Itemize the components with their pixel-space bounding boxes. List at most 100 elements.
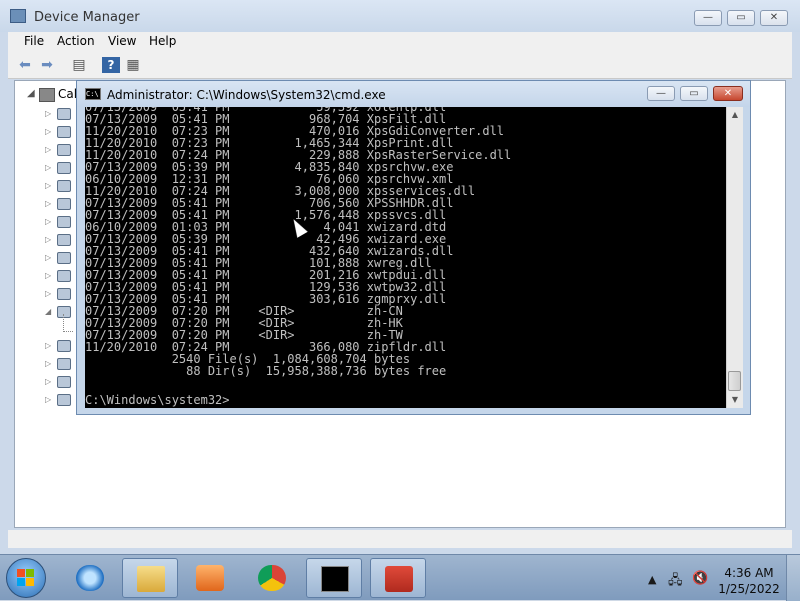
tree-node-device[interactable]: ▷	[45, 269, 75, 283]
expand-arrow-icon[interactable]: ▷	[45, 375, 51, 389]
expand-arrow-icon[interactable]: ▷	[45, 357, 51, 371]
scroll-down-icon[interactable]: ▼	[729, 394, 741, 406]
cmd-minimize-button[interactable]: —	[647, 86, 675, 101]
taskbar: ▲ 🖧 🔇 4:36 AM 1/25/2022	[0, 554, 800, 601]
console-output[interactable]: 07/13/2009 05:41 PM 59,392 xolehlp.dll 0…	[85, 107, 726, 408]
expand-arrow-icon[interactable]: ▷	[45, 251, 51, 265]
volume-muted-icon[interactable]: 🔇	[692, 571, 708, 586]
device-icon	[57, 376, 71, 388]
menu-view[interactable]: View	[108, 34, 136, 48]
collapse-arrow-icon[interactable]: ◢	[45, 305, 51, 319]
tree-node-device[interactable]: ▷	[45, 233, 75, 247]
collapse-arrow-icon[interactable]: ◢	[27, 88, 35, 99]
cmd-maximize-button[interactable]: ▭	[680, 86, 708, 101]
scroll-up-icon[interactable]: ▲	[729, 109, 741, 121]
back-arrow-icon[interactable]: ⬅	[16, 57, 34, 73]
clock-time[interactable]: 4:36 AM	[722, 566, 776, 580]
tree-root-label: Cal	[58, 87, 78, 101]
tree-node-device-expanded[interactable]: ◢	[45, 305, 75, 319]
tree-node-device[interactable]: ▷	[45, 125, 75, 139]
vertical-scrollbar[interactable]: ▲ ▼	[726, 107, 743, 408]
network-icon[interactable]: 🖧	[668, 571, 683, 593]
taskbar-chrome[interactable]	[244, 558, 300, 598]
tree-node-device[interactable]: ▷	[45, 339, 75, 353]
forward-arrow-icon[interactable]: ➡	[38, 57, 56, 73]
show-hidden-icons-icon[interactable]: ▲	[648, 573, 656, 586]
view-pane-icon[interactable]: ▦	[124, 57, 142, 73]
tree-node-device[interactable]: ▷	[45, 375, 75, 389]
console-line: 88 Dir(s) 15,958,388,736 bytes free	[186, 364, 447, 378]
expand-arrow-icon[interactable]: ▷	[45, 233, 51, 247]
minimize-button[interactable]: —	[694, 10, 722, 26]
windows-logo-icon	[17, 569, 35, 587]
media-player-icon	[196, 565, 224, 591]
tree-node-device[interactable]: ▷	[45, 107, 75, 121]
expand-arrow-icon[interactable]: ▷	[45, 269, 51, 283]
cmd-window-title: Administrator: C:\Windows\System32\cmd.e…	[107, 88, 386, 102]
device-icon	[57, 288, 71, 300]
toolbar: ⬅ ➡ ▤ ? ▦	[8, 52, 792, 79]
device-icon	[57, 198, 71, 210]
device-icon	[57, 126, 71, 138]
scroll-thumb[interactable]	[728, 371, 741, 391]
title-bar[interactable]: Device Manager — ▭ ✕	[0, 0, 800, 32]
taskbar-media-player[interactable]	[182, 558, 238, 598]
tree-node-device[interactable]: ▷	[45, 161, 75, 175]
device-icon	[57, 358, 71, 370]
properties-view-icon[interactable]: ▤	[70, 57, 88, 73]
menu-action[interactable]: Action	[57, 34, 95, 48]
expand-arrow-icon[interactable]: ▷	[45, 143, 51, 157]
computer-icon	[39, 88, 55, 102]
clock-date[interactable]: 1/25/2022	[716, 582, 782, 596]
device-icon	[57, 144, 71, 156]
menu-help[interactable]: Help	[149, 34, 176, 48]
device-icon	[57, 252, 71, 264]
internet-explorer-icon	[76, 565, 104, 591]
maximize-button[interactable]: ▭	[727, 10, 755, 26]
explorer-folder-icon	[137, 566, 165, 592]
menu-file[interactable]: File	[24, 34, 44, 48]
chrome-icon	[258, 565, 286, 591]
expand-arrow-icon[interactable]: ▷	[45, 393, 51, 407]
tree-node-device[interactable]: ▷	[45, 393, 75, 407]
device-icon	[57, 234, 71, 246]
start-button[interactable]	[6, 558, 46, 598]
device-icon	[57, 340, 71, 352]
expand-arrow-icon[interactable]: ▷	[45, 215, 51, 229]
cmd-close-button[interactable]: ✕	[713, 86, 743, 101]
device-manager-icon	[10, 9, 26, 23]
taskbar-cmd[interactable]	[306, 558, 362, 598]
tree-node-device[interactable]: ▷	[45, 251, 75, 265]
toolbox-icon	[385, 566, 413, 592]
expand-arrow-icon[interactable]: ▷	[45, 339, 51, 353]
cmd-window: C:\ Administrator: C:\Windows\System32\c…	[76, 80, 751, 415]
expand-arrow-icon[interactable]: ▷	[45, 179, 51, 193]
device-icon	[57, 162, 71, 174]
taskbar-explorer[interactable]	[122, 558, 178, 598]
device-icon	[57, 270, 71, 282]
status-bar	[8, 530, 792, 548]
tree-node-device[interactable]: ▷	[45, 215, 75, 229]
expand-arrow-icon[interactable]: ▷	[45, 161, 51, 175]
device-icon	[57, 180, 71, 192]
taskbar-toolbox[interactable]	[370, 558, 426, 598]
tree-node-device[interactable]: ▷	[45, 197, 75, 211]
cmd-title-bar[interactable]: C:\ Administrator: C:\Windows\System32\c…	[77, 81, 750, 107]
device-icon	[57, 216, 71, 228]
tree-connector	[63, 331, 73, 333]
expand-arrow-icon[interactable]: ▷	[45, 125, 51, 139]
device-icon	[57, 108, 71, 120]
tree-node-device[interactable]: ▷	[45, 179, 75, 193]
expand-arrow-icon[interactable]: ▷	[45, 287, 51, 301]
cmd-icon: C:\	[85, 88, 101, 100]
help-icon[interactable]: ?	[102, 57, 120, 73]
expand-arrow-icon[interactable]: ▷	[45, 197, 51, 211]
command-prompt[interactable]: C:\Windows\system32>	[85, 394, 230, 406]
tree-node-device[interactable]: ▷	[45, 287, 75, 301]
tree-node-device[interactable]: ▷	[45, 357, 75, 371]
close-button[interactable]: ✕	[760, 10, 788, 26]
taskbar-internet-explorer[interactable]	[62, 558, 118, 598]
expand-arrow-icon[interactable]: ▷	[45, 107, 51, 121]
tree-node-device[interactable]: ▷	[45, 143, 75, 157]
show-desktop-button[interactable]	[786, 555, 800, 601]
